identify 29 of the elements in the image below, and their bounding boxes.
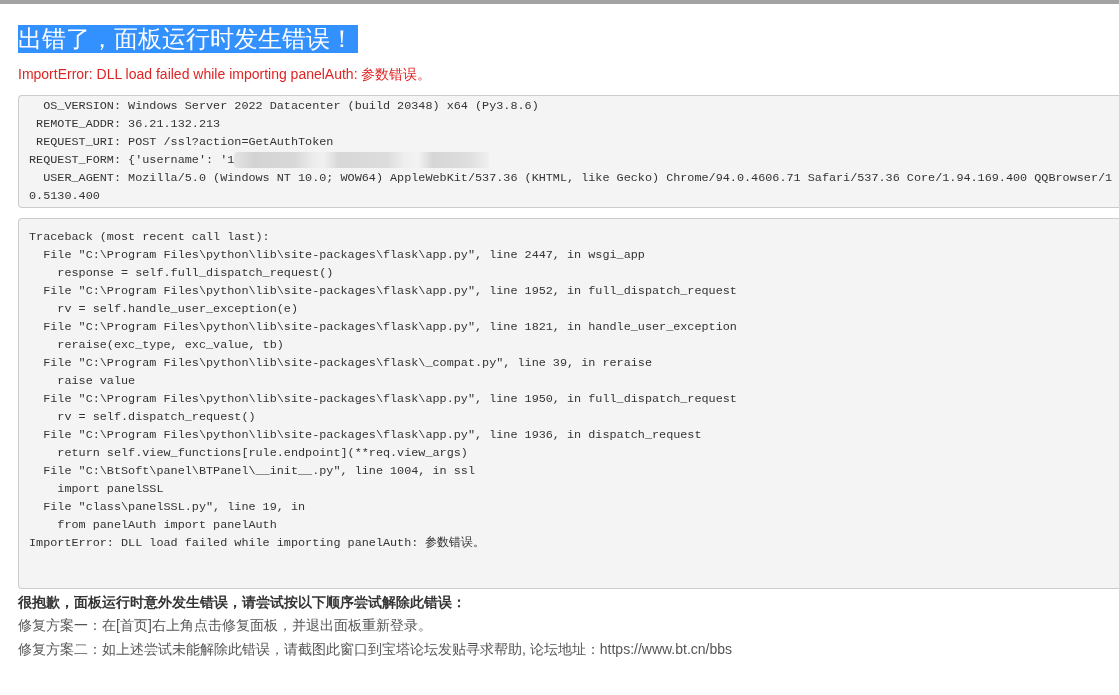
code-line: File "C:\Program Files\python\lib\site-packages\flask\app.py", line 1821, in handle_user_exception — [42, 319, 737, 336]
code-line: reraise(exc_type, exc_value, tb) — [56, 337, 284, 354]
code-line: from panelAuth import panelAuth — [56, 517, 277, 534]
code-line: rv = self.dispatch_request() — [56, 409, 256, 426]
code-line: REQUEST_FORM: {'username': '1 — [29, 152, 235, 169]
code-line: File "C:\BtSoft\panel\BTPanel\__init__.py", line 1004, in ssl — [42, 463, 475, 480]
code-line: File "C:\Program Files\python\lib\site-packages\flask\_compat.py", line 39, in reraise — [42, 355, 652, 372]
help-step: 修复方案一：在[首页]右上角点击修复面板，并退出面板重新登录。 — [18, 614, 1119, 638]
code-line: File "class\panelSSL.py", line 19, in — [42, 499, 306, 516]
code-line: return self.view_functions[rule.endpoint](**req.view_args) — [56, 445, 468, 462]
code-line: ImportError: DLL load failed while importing panelAuth: 参数错误。 — [29, 535, 486, 552]
help-heading: 很抱歉，面板运行时意外发生错误，请尝试按以下顺序尝试解除此错误： — [18, 593, 467, 612]
code-line: File "C:\Program Files\python\lib\site-packages\flask\app.py", line 2447, in wsgi_app — [42, 247, 645, 264]
code-line: response = self.full_dispatch_request() — [56, 265, 334, 282]
code-line: File "C:\Program Files\python\lib\site-packages\flask\app.py", line 1952, in full_dispatch_request — [42, 283, 737, 300]
code-line: Traceback (most recent call last): — [29, 229, 270, 246]
page-title: 出错了，面板运行时发生错误！ — [18, 25, 358, 53]
code-line: REMOTE_ADDR: 36.21.132.213 — [35, 116, 221, 133]
help-step: 修复方案二：如上述尝试未能解除此错误，请截图此窗口到宝塔论坛发贴寻求帮助, 论坛地址：https://www.bt.cn/bbs — [18, 637, 1119, 661]
code-line: File "C:\Program Files\python\lib\site-packages\flask\app.py", line 1950, in full_dispatch_request — [42, 391, 737, 408]
code-line: 0.5130.400 — [29, 188, 100, 205]
code-line: REQUEST_URI: POST /ssl?action=GetAuthToken — [35, 134, 334, 151]
error-message: ImportError: DLL load failed while importing panelAuth: 参数错误。 — [18, 65, 433, 83]
code-line: File "C:\Program Files\python\lib\site-packages\flask\app.py", line 1936, in dispatch_request — [42, 427, 702, 444]
code-line: import panelSSL — [56, 481, 164, 498]
code-line: raise value — [56, 373, 136, 390]
code-line: OS_VERSION: Windows Server 2022 Datacenter (build 20348) x64 (Py3.8.6) — [42, 98, 539, 115]
code-line: USER_AGENT: Mozilla/5.0 (Windows NT 10.0; WOW64) AppleWebKit/537.36 (KHTML, like Gecko) Chrome/94.0.4606.71 Safari/537.36 Core/1.94.169.400 QQBrowser/1 — [42, 170, 1113, 187]
code-line: rv = self.handle_user_exception(e) — [56, 301, 298, 318]
